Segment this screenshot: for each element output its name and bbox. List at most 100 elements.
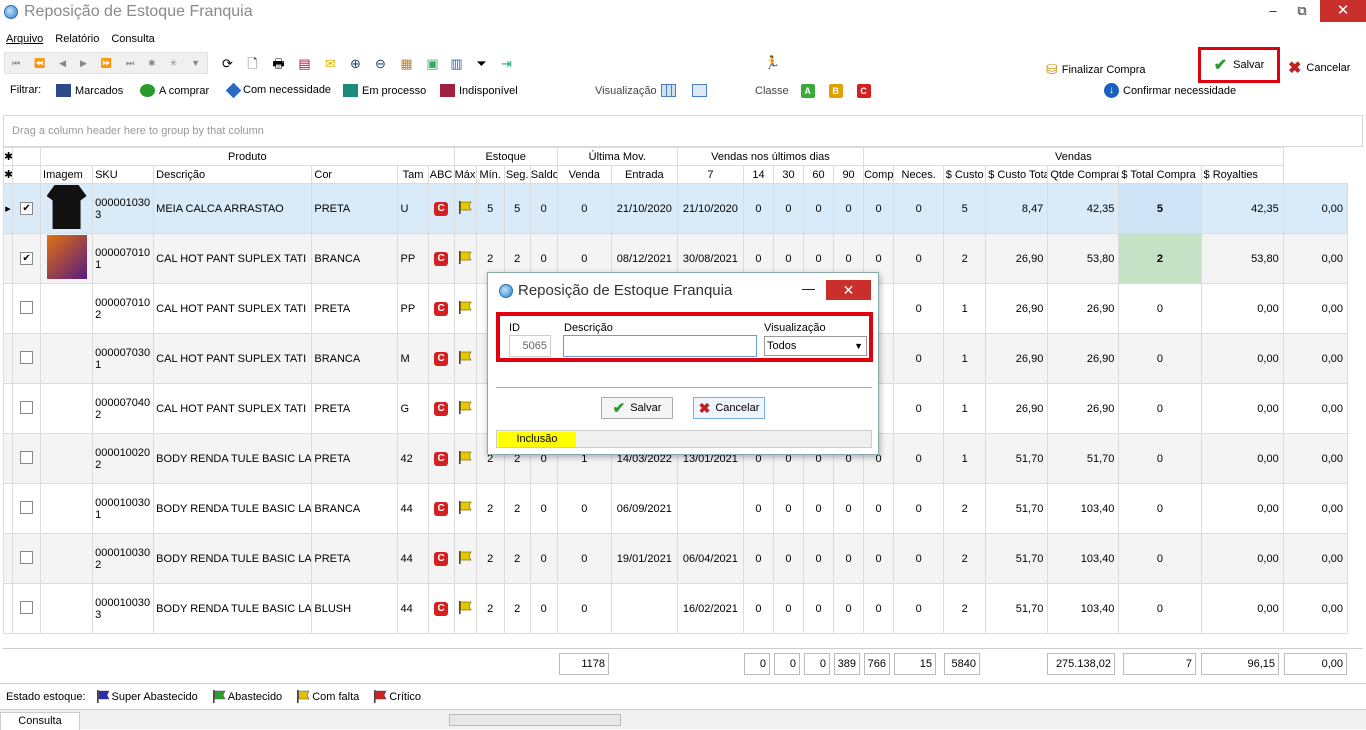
- minimize-button[interactable]: –: [1259, 0, 1287, 22]
- column-header[interactable]: 30: [772, 165, 805, 184]
- column-header[interactable]: 90: [833, 165, 865, 184]
- column-header[interactable]: Descrição: [153, 165, 313, 184]
- maximize-button[interactable]: ⧉: [1288, 0, 1316, 22]
- dialog-minimize-button[interactable]: —: [802, 281, 815, 296]
- qtde-cell[interactable]: 0: [1118, 483, 1202, 534]
- next-record-icon[interactable]: ▶: [80, 58, 87, 69]
- checkbox[interactable]: [20, 350, 34, 364]
- column-header[interactable]: $ Royalties: [1200, 165, 1284, 184]
- column-header[interactable]: 14: [742, 165, 774, 184]
- email-icon[interactable]: ✉: [322, 55, 339, 72]
- next-page-icon[interactable]: ⏩: [101, 58, 112, 69]
- table-row[interactable]: 000010030 1 BODY RENDA TULE BASIC LACE BRAN…: [3, 483, 1349, 534]
- column-header[interactable]: Tam: [397, 165, 429, 184]
- column-header[interactable]: $ Custo Total: [985, 165, 1049, 184]
- column-header[interactable]: Neces.: [893, 165, 945, 184]
- column-header[interactable]: Entrada: [610, 165, 678, 184]
- row-checkbox[interactable]: [11, 333, 42, 384]
- prev-record-icon[interactable]: ◀: [59, 58, 66, 69]
- menu-consulta[interactable]: Consulta: [111, 33, 154, 45]
- row-checkbox[interactable]: [11, 583, 42, 634]
- card-view-icon[interactable]: [691, 84, 707, 97]
- descricao-input[interactable]: [563, 335, 757, 357]
- column-header[interactable]: Compras: [863, 165, 895, 184]
- filter-marcados[interactable]: Marcados: [56, 84, 123, 97]
- zoom-out-icon[interactable]: ⊖: [372, 55, 389, 72]
- tab-consulta[interactable]: Consulta: [0, 712, 80, 730]
- visualizacao-select[interactable]: Todos ▼: [764, 336, 867, 356]
- column-header[interactable]: Mín.: [475, 165, 505, 184]
- column-header[interactable]: ABC: [427, 165, 455, 184]
- class-c-button[interactable]: C: [856, 84, 871, 98]
- column-header[interactable]: $ Total Compra: [1118, 165, 1202, 184]
- row-checkbox[interactable]: [11, 383, 42, 434]
- row-checkbox[interactable]: [11, 283, 42, 334]
- record-navigator[interactable]: ⏮ ⏪ ◀ ▶ ⏩ ⏭ ✱ ✳ ▼: [4, 52, 208, 74]
- menu-arquivo[interactable]: Arquivo: [6, 33, 43, 45]
- finalizar-compra-button[interactable]: ⛁ Finalizar Compra: [1046, 61, 1145, 78]
- dialog-salvar-button[interactable]: ✔ Salvar: [601, 397, 673, 419]
- column-header[interactable]: 7: [676, 165, 744, 184]
- row-checkbox[interactable]: [11, 533, 42, 584]
- cancelar-button[interactable]: ✖ Cancelar: [1288, 58, 1350, 78]
- preview-icon[interactable]: 🗋: [244, 55, 261, 72]
- last-record-icon[interactable]: ⏭: [126, 58, 134, 69]
- class-b-button[interactable]: B: [828, 84, 843, 98]
- filter-em-processo[interactable]: Em processo: [343, 84, 426, 97]
- grid-view-icon[interactable]: [660, 84, 676, 97]
- table-row[interactable]: 000010030 2 BODY RENDA TULE BASIC LACE PRET…: [3, 533, 1349, 584]
- qtde-cell[interactable]: 2: [1118, 233, 1202, 284]
- qtde-cell[interactable]: 0: [1118, 333, 1202, 384]
- column-header[interactable]: Máx.: [453, 165, 477, 184]
- export-icon[interactable]: ▤: [296, 55, 313, 72]
- row-checkbox[interactable]: [11, 433, 42, 484]
- column-header[interactable]: $ Custo: [943, 165, 987, 184]
- dialog-close-button[interactable]: ✕: [826, 280, 871, 300]
- qtde-cell[interactable]: 0: [1118, 433, 1202, 484]
- column-header[interactable]: Qtde Comprar: [1047, 165, 1120, 184]
- header-check[interactable]: [11, 165, 42, 184]
- filter-com-necessidade[interactable]: Com necessidade: [225, 82, 331, 98]
- layout-icon[interactable]: ▣: [424, 55, 441, 72]
- checkbox[interactable]: [20, 450, 34, 464]
- checkbox[interactable]: ✔: [20, 252, 34, 265]
- row-checkbox[interactable]: [11, 483, 42, 534]
- column-header[interactable]: SKU: [92, 165, 155, 184]
- qtde-cell[interactable]: 5: [1118, 183, 1202, 234]
- checkbox[interactable]: ✔: [20, 202, 34, 215]
- confirmar-necessidade-button[interactable]: ↓ Confirmar necessidade: [1104, 83, 1236, 98]
- column-header[interactable]: 60: [802, 165, 835, 184]
- filter-down-icon[interactable]: ▼: [191, 58, 200, 68]
- checkbox[interactable]: [20, 400, 34, 414]
- row-checkbox[interactable]: ✔: [11, 233, 42, 284]
- chart-icon[interactable]: ▥: [448, 55, 465, 72]
- filter-icon[interactable]: ⏷: [473, 55, 490, 72]
- checkbox[interactable]: [20, 600, 34, 614]
- checkbox[interactable]: [20, 300, 34, 314]
- salvar-button[interactable]: ✔ Salvar: [1198, 47, 1280, 83]
- run-icon[interactable]: 🏃: [764, 54, 781, 71]
- column-header[interactable]: Cor: [311, 165, 399, 184]
- qtde-cell[interactable]: 0: [1118, 283, 1202, 334]
- column-header[interactable]: Seg.: [503, 165, 531, 184]
- table-row[interactable]: ▸ ✔ 000001030 3 MEIA CALCA ARRASTAO PRETA U C 5 5…: [3, 183, 1349, 234]
- column-header[interactable]: Imagem: [40, 165, 94, 184]
- zoom-in-icon[interactable]: ⊕: [347, 55, 364, 72]
- column-header[interactable]: Venda: [556, 165, 612, 184]
- insert-record-icon[interactable]: ✱: [148, 58, 156, 69]
- class-a-button[interactable]: A: [800, 84, 815, 98]
- checkbox[interactable]: [20, 500, 34, 514]
- exit-icon[interactable]: ⇥: [498, 55, 515, 72]
- dialog-cancelar-button[interactable]: ✖ Cancelar: [693, 397, 765, 419]
- table-row[interactable]: 000010030 3 BODY RENDA TULE BASIC LACE BLUS…: [3, 583, 1349, 634]
- delete-record-icon[interactable]: ✳: [170, 58, 178, 69]
- row-checkbox[interactable]: ✔: [11, 183, 42, 234]
- filter-a-comprar[interactable]: A comprar: [140, 84, 209, 97]
- menu-relatorio[interactable]: Relatório: [55, 33, 99, 45]
- qtde-cell[interactable]: 0: [1118, 383, 1202, 434]
- first-record-icon[interactable]: ⏮: [12, 58, 20, 69]
- checkbox[interactable]: [20, 550, 34, 564]
- qtde-cell[interactable]: 0: [1118, 583, 1202, 634]
- qtde-cell[interactable]: 0: [1118, 533, 1202, 584]
- refresh-icon[interactable]: ⟳: [219, 55, 236, 72]
